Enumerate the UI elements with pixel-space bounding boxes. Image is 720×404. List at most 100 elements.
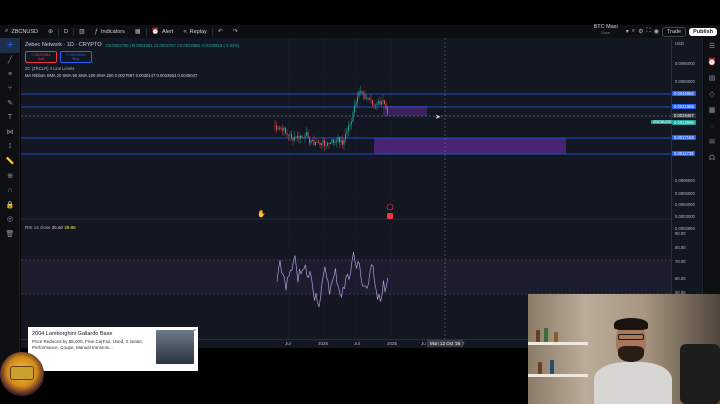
symbol-title[interactable]: Zebec Network · 1D · CRYPTO bbox=[25, 42, 102, 48]
prediction-icon[interactable]: ⟟ bbox=[0, 140, 20, 155]
alert-button[interactable]: ⏰ Alert bbox=[147, 25, 179, 38]
zoom-in-icon[interactable]: ⊕ bbox=[0, 169, 20, 184]
person-hair bbox=[614, 318, 648, 330]
calendar-icon[interactable]: ▦ bbox=[703, 102, 720, 118]
layout-switcher[interactable]: BTC Maxi Save bbox=[589, 24, 623, 38]
undo-button[interactable]: ↶ bbox=[213, 25, 228, 38]
chat-icon[interactable]: ✉ bbox=[703, 134, 720, 150]
camera-icon[interactable]: ◉ bbox=[654, 28, 659, 35]
rsi-title: RSI 14 close bbox=[25, 225, 51, 230]
mouse-cursor-icon: ➤ bbox=[435, 114, 441, 121]
supply-zone[interactable] bbox=[383, 106, 427, 116]
shelf bbox=[528, 374, 588, 377]
fullscreen-icon[interactable]: ⛶ bbox=[647, 28, 651, 35]
time-tick: Jul bbox=[354, 341, 360, 346]
delete-icon[interactable]: 🗑 bbox=[0, 227, 20, 242]
event-marker[interactable] bbox=[386, 203, 394, 211]
ideas-icon[interactable]: ◌ bbox=[703, 118, 720, 134]
indicators-label: Indicators bbox=[101, 28, 125, 35]
crosshair-time-tag: Mon 12 Oct '26 bbox=[427, 340, 464, 347]
crosshair-icon[interactable]: ✛ bbox=[0, 38, 20, 53]
lock-icon[interactable]: 🔒 bbox=[0, 198, 20, 213]
pattern-icon[interactable]: ⋈ bbox=[0, 125, 20, 140]
add-symbol-button[interactable]: ⊕ bbox=[43, 25, 58, 38]
chart-legend: Zebec Network · 1D · CRYPTO O0.0023755 H… bbox=[25, 42, 239, 48]
redo-button[interactable]: ↷ bbox=[228, 25, 243, 38]
buy-button[interactable]: 0.0023004 Buy bbox=[60, 51, 92, 63]
price-tick: 0.0060000 bbox=[675, 79, 695, 84]
chart-type-button[interactable]: ▥ bbox=[74, 25, 90, 38]
data-window-icon[interactable]: ▤ bbox=[703, 70, 720, 86]
ad-banner[interactable]: 2004 Lamborghini Gallardo Base Price Red… bbox=[28, 327, 198, 371]
redo-icon: ↷ bbox=[232, 29, 238, 35]
watchlist-icon[interactable]: ☰ bbox=[703, 38, 720, 54]
pitchfork-icon[interactable]: ⑂ bbox=[0, 82, 20, 97]
indicators-icon: ƒ bbox=[94, 28, 98, 35]
last-price-tag: 0.0022986 bbox=[672, 120, 696, 125]
ad-car-image[interactable] bbox=[156, 330, 194, 364]
alerts-icon[interactable]: ⏰ bbox=[703, 54, 720, 70]
level-price-tag: 0.0045082 bbox=[672, 91, 696, 96]
notifications-icon[interactable]: ☊ bbox=[703, 150, 720, 166]
crosshair-price-tag: 0.0028467 bbox=[672, 113, 696, 118]
rsi-tick: 70.00 bbox=[675, 259, 686, 264]
replay-button[interactable]: « Replay bbox=[178, 25, 211, 38]
price-tick: 0.0090000 bbox=[675, 61, 695, 66]
level-price-tag: 0.0011738 bbox=[672, 151, 696, 156]
level-price-tag: 0.0031985 bbox=[672, 104, 696, 109]
indicator-legend-ma-ribbon[interactable]: MA Ribbon SMA 20 SMA 50 SMA 100 SMA 200 … bbox=[25, 73, 197, 78]
trend-line-icon[interactable]: ╱ bbox=[0, 53, 20, 68]
ad-close-icon[interactable]: × bbox=[193, 328, 196, 334]
rsi-value-1: 35.60 bbox=[51, 225, 64, 230]
top-letterbox bbox=[0, 0, 720, 25]
symbol-search-button[interactable]: ⌕ ZBCNUSD bbox=[0, 25, 43, 38]
webcam-overlay bbox=[528, 294, 720, 404]
logo-emblem bbox=[10, 366, 34, 380]
indicator-legend-levels[interactable]: ZC (ZRCLR) 4 Line Levels bbox=[25, 66, 74, 71]
interval-button[interactable]: D bbox=[59, 25, 73, 38]
hand-cursor-icon: ✋ bbox=[257, 211, 266, 218]
bottle bbox=[538, 362, 542, 374]
search-icon: ⌕ bbox=[5, 28, 9, 34]
time-tick: Ju bbox=[421, 341, 426, 346]
sell-button[interactable]: 0.0022984 Sell bbox=[25, 51, 57, 63]
layout-save-state: Save bbox=[601, 29, 611, 35]
settings-gear-icon[interactable]: ⚙ bbox=[638, 28, 643, 35]
price-tick: 0.0006500 bbox=[675, 178, 695, 183]
quick-search-icon[interactable]: ⌕ bbox=[632, 28, 635, 35]
rsi-legend[interactable]: RSI 14 close 35.60 29.86 bbox=[25, 225, 76, 230]
level-lines[interactable] bbox=[21, 93, 671, 155]
brush-icon[interactable]: ✎ bbox=[0, 96, 20, 111]
magnet-icon[interactable]: ∩ bbox=[0, 183, 20, 198]
indicators-button[interactable]: ƒ Indicators bbox=[90, 25, 130, 38]
alert-label: Alert bbox=[162, 28, 174, 35]
demand-zone[interactable] bbox=[374, 138, 566, 154]
currency-label[interactable]: USD bbox=[675, 41, 684, 46]
chart-toolbar: ⌕ ZBCNUSD ⊕ D ▥ ƒ Indicators ▦ ⏰ Alert «… bbox=[0, 24, 720, 38]
text-tool-icon[interactable]: T bbox=[0, 111, 20, 126]
trade-button[interactable]: Trade bbox=[661, 26, 687, 37]
bottle bbox=[544, 328, 548, 342]
bottle bbox=[554, 332, 558, 342]
rsi-tick: 90.00 bbox=[675, 231, 686, 236]
drawing-toolbar: ✛ ╱ ≡ ⑂ ✎ T ⋈ ⟟ 📏 ⊕ ∩ 🔒 ◎ 🗑 bbox=[0, 38, 20, 376]
rsi-value-2: 29.86 bbox=[64, 225, 76, 230]
ruler-icon[interactable]: 📏 bbox=[0, 154, 20, 169]
plus-circle-icon: ⊕ bbox=[47, 29, 53, 35]
publish-button[interactable]: Publish bbox=[689, 27, 717, 36]
bottle bbox=[536, 330, 540, 342]
templates-button[interactable]: ▦ bbox=[130, 25, 146, 38]
grid-icon: ▦ bbox=[134, 29, 141, 35]
alarm-clock-icon: ⏰ bbox=[151, 29, 160, 35]
ad-body[interactable]: Price Reduced by $5,000, Free CarFax, Us… bbox=[32, 339, 147, 351]
layout-chevron-down-icon[interactable]: ▾ bbox=[626, 28, 629, 35]
candlestick-series bbox=[274, 85, 388, 152]
channel-logo bbox=[0, 352, 44, 396]
eye-icon[interactable]: ◎ bbox=[0, 212, 20, 227]
gaming-chair bbox=[680, 344, 720, 404]
earnings-icon[interactable] bbox=[387, 213, 393, 219]
candles-icon: ▥ bbox=[78, 29, 85, 35]
hotlist-icon[interactable]: ◇ bbox=[703, 86, 720, 102]
horizontal-lines-icon[interactable]: ≡ bbox=[0, 67, 20, 82]
rsi-tick: 60.00 bbox=[675, 276, 686, 281]
